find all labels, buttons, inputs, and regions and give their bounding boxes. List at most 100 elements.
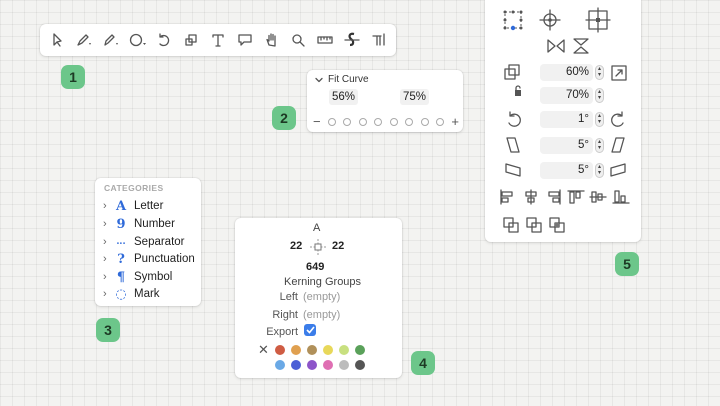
glyph-name: A [313,222,321,234]
fit-curve-step-6[interactable] [405,117,414,126]
kerning-right-field[interactable]: (empty) [303,309,340,321]
fit-curve-header[interactable]: Fit Curve [315,74,369,85]
intersect-icon[interactable] [548,216,566,234]
export-checkbox[interactable] [304,324,316,336]
color-swatch[interactable] [307,345,317,355]
zoom-tool-icon[interactable] [285,26,312,54]
fit-curve-step-2[interactable] [343,117,352,126]
annotation-tool-icon[interactable] [231,26,258,54]
color-swatch[interactable] [291,360,301,370]
rotate-right-icon[interactable] [609,111,627,129]
bounding-box-icon[interactable] [502,9,524,31]
pen-tool-icon[interactable] [71,26,98,54]
fit-curve-minus-button[interactable]: − [313,114,321,129]
tool-bar [40,24,396,56]
knife-tool-icon[interactable] [338,26,365,54]
slant-y-stepper[interactable]: ▴ ▾ [595,163,604,178]
rotate-left-icon[interactable] [505,111,523,129]
clear-color-button[interactable]: ✕ [258,342,269,358]
left-sidebearing[interactable]: 22 [290,240,302,252]
scale-y-field[interactable]: 70% [540,87,593,104]
color-swatch[interactable] [307,360,317,370]
slant-down-icon[interactable] [504,162,522,178]
category-separator[interactable]: › ‥. Separator [103,234,185,250]
metrics-anchor-icon [308,238,328,256]
rotate-field[interactable]: 1° [540,111,593,128]
number-icon: 9 [116,216,126,232]
category-number[interactable]: › 9 Number [103,216,175,232]
fit-curve-left-value[interactable]: 56% [329,89,359,105]
fit-curve-step-5[interactable] [389,117,398,126]
rotate-stepper[interactable]: ▴ ▾ [595,112,604,127]
slant-up-icon[interactable] [609,162,627,178]
chevron-right-icon: › [103,288,107,300]
align-middle-vertical-icon[interactable] [589,189,607,205]
fit-curve-plus-button[interactable]: + [451,114,459,129]
slant-x-stepper[interactable]: ▴ ▾ [595,138,604,153]
pencil-tool-icon[interactable] [98,26,125,54]
flip-vertical-icon[interactable] [572,38,590,54]
align-left-icon[interactable] [499,189,517,205]
color-swatch[interactable] [339,345,349,355]
color-swatch[interactable] [275,345,285,355]
color-swatch[interactable] [275,360,285,370]
glyph-width[interactable]: 649 [306,261,324,273]
punctuation-icon: ? [117,251,125,267]
kerning-right-label: Right [272,309,298,321]
symbol-icon: ¶ [116,269,126,285]
rotate-tool-icon[interactable] [151,26,178,54]
right-sidebearing[interactable]: 22 [332,240,344,252]
align-bottom-icon[interactable] [612,189,630,205]
align-top-icon[interactable] [567,189,585,205]
kerning-left-field[interactable]: (empty) [303,291,340,303]
separator-icon: ‥. [116,237,126,247]
scale-icon [503,63,523,83]
text-tool-icon[interactable] [205,26,232,54]
category-punctuation[interactable]: › ? Punctuation [103,251,195,267]
badge-4: 4 [411,351,435,375]
scale-apply-icon[interactable] [609,63,629,83]
align-right-icon[interactable] [544,189,562,205]
color-swatch[interactable] [355,345,365,355]
slant-right-icon[interactable] [610,136,626,154]
align-center-horizontal-icon[interactable] [522,189,540,205]
scale-y-stepper[interactable]: ▴ ▾ [595,88,604,103]
measure-tool-icon[interactable] [312,26,339,54]
hand-tool-icon[interactable] [258,26,285,54]
fit-curve-step-7[interactable] [420,117,429,126]
color-swatch[interactable] [323,345,333,355]
crosshair-origin-icon[interactable] [539,9,561,31]
badge-2: 2 [272,106,296,130]
scale-x-field[interactable]: 60% [540,64,593,81]
subtract-icon[interactable] [525,216,543,234]
center-point-icon[interactable] [585,7,611,33]
union-icon[interactable] [502,216,520,234]
slant-x-field[interactable]: 5° [540,137,593,154]
slant-left-icon[interactable] [505,136,521,154]
fit-curve-step-4[interactable] [374,117,383,126]
scale-tool-icon[interactable] [178,26,205,54]
select-tool-icon[interactable] [44,26,71,54]
flip-horizontal-icon[interactable] [547,38,565,54]
scale-x-stepper[interactable]: ▴ ▾ [595,65,604,80]
mark-icon: ◌ [115,286,127,302]
chevron-right-icon: › [103,200,107,212]
slant-y-field[interactable]: 5° [540,162,593,179]
color-swatch[interactable] [323,360,333,370]
brush-tool-icon[interactable] [124,26,151,54]
color-swatch[interactable] [291,345,301,355]
color-swatch[interactable] [339,360,349,370]
fit-curve-step-8[interactable] [435,117,444,126]
hint-tool-icon[interactable] [365,26,392,54]
fit-curve-step-1[interactable] [328,117,337,126]
category-mark[interactable]: › ◌ Mark [103,286,160,302]
checkmark-icon [305,326,315,334]
fit-curve-right-value[interactable]: 75% [400,89,430,105]
lock-icon[interactable] [513,85,523,97]
categories-panel: CATEGORIES › A Letter › 9 Number › ‥. Se… [95,178,201,306]
badge-5: 5 [615,252,639,276]
category-symbol[interactable]: › ¶ Symbol [103,269,172,285]
fit-curve-step-3[interactable] [358,117,367,126]
color-swatch[interactable] [355,360,365,370]
category-letter[interactable]: › A Letter [103,198,163,214]
